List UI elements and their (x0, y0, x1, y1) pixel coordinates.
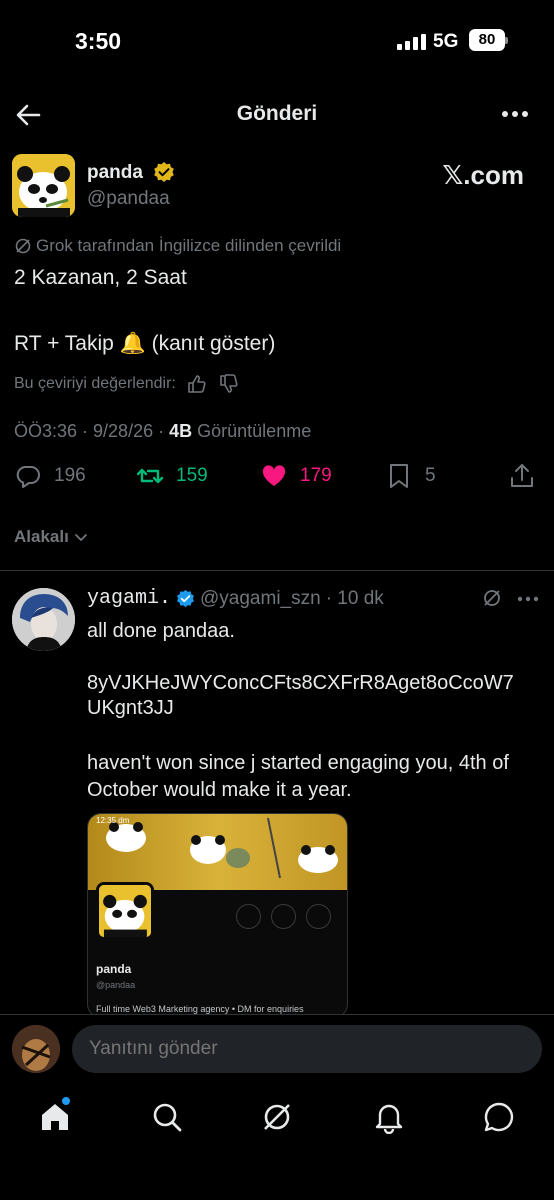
xcom-label: 𝕏.com (442, 160, 524, 190)
thumbs-down-icon[interactable] (218, 373, 240, 395)
embed-share-icon (306, 904, 331, 929)
post-actions: 196 159 179 5 (0, 462, 554, 498)
top-header: Gönderi (0, 92, 554, 138)
more-icon[interactable] (516, 592, 540, 606)
post-meta: ÖÖ3:36 · 9/28/26 · 4B Görüntülenme (14, 421, 311, 442)
grok-icon[interactable] (260, 1100, 294, 1134)
translation-note: Grok tarafından İngilizce dilinden çevri… (14, 236, 341, 256)
reply-avatar[interactable] (12, 588, 75, 651)
thumbs-up-icon[interactable] (186, 373, 208, 395)
reply-button[interactable]: 196 (14, 462, 86, 490)
verified-blue-badge-icon (177, 589, 194, 608)
rate-translation: Bu çeviriyi değerlendir: (14, 373, 240, 395)
reply-text-line: October would make it a year. (87, 779, 352, 801)
translation-note-text: Grok tarafından İngilizce dilinden çevri… (36, 236, 342, 255)
reply-icon (16, 466, 40, 488)
embed-banner-art (106, 817, 338, 879)
bookmark-count: 5 (425, 465, 436, 486)
reply-text-line: haven't won since j started engaging you… (87, 752, 509, 774)
like-button[interactable]: 179 (260, 462, 332, 490)
reply-count: 196 (54, 465, 86, 486)
share-icon (511, 464, 533, 487)
related-dropdown[interactable]: Alakalı (14, 527, 89, 547)
panda-avatar-image (99, 885, 151, 937)
network-label: 5G (433, 31, 459, 52)
embed-name: panda (96, 962, 132, 976)
embed-status-time: 12:35 dm (96, 816, 130, 825)
reply-attached-image[interactable]: 12:35 dm panda @pandaa Full time Web3 Ma… (87, 813, 348, 1018)
author-handle[interactable]: @pandaa (87, 188, 170, 210)
notifications-icon[interactable] (372, 1100, 406, 1134)
author-name[interactable]: panda (87, 162, 143, 184)
heart-icon (262, 465, 286, 486)
post-text-line: RT + Takip 🔔 (kanıt göster) (14, 332, 276, 355)
divider (0, 570, 554, 571)
reply-text-line: UKgnt3JJ (87, 697, 174, 719)
views-count: 4B (169, 421, 193, 441)
embed-avatar (96, 882, 154, 940)
rate-translation-label: Bu çeviriyi değerlendir: (14, 375, 176, 392)
reply-composer (0, 1014, 554, 1084)
status-bar: 3:50 5G 80 (0, 0, 554, 84)
more-icon[interactable] (500, 102, 530, 126)
messages-icon[interactable] (482, 1100, 516, 1134)
repost-button[interactable]: 159 (136, 462, 208, 490)
battery-indicator: 80 (469, 29, 508, 51)
reply-input[interactable] (72, 1025, 542, 1073)
share-button[interactable] (508, 462, 536, 490)
views-label: Görüntülenme (197, 421, 312, 441)
reply-text-line: 8yVJKHeJWYConcCFts8CXFrR8Aget8oCcoW7 (87, 672, 514, 694)
grok-icon[interactable] (482, 588, 502, 608)
repost-icon (136, 468, 164, 484)
page-title: Gönderi (236, 102, 318, 125)
my-avatar[interactable] (12, 1025, 60, 1073)
like-count: 179 (300, 465, 332, 486)
reply-author-handle[interactable]: @yagami_szn (200, 588, 321, 610)
related-label: Alakalı (14, 527, 69, 546)
embed-banner: 12:35 dm (88, 814, 347, 890)
chevron-down-icon (74, 534, 87, 541)
reply-time: · 10 dk (325, 587, 384, 609)
embed-bio: Full time Web3 Marketing agency • DM for… (96, 1004, 304, 1014)
repost-count: 159 (176, 465, 208, 486)
embed-handle: @pandaa (96, 980, 136, 990)
bottom-tab-bar (0, 1084, 554, 1200)
my-avatar-image (12, 1025, 60, 1073)
post-timestamp: ÖÖ3:36 · 9/28/26 · (14, 421, 165, 441)
author-avatar[interactable] (12, 154, 75, 217)
signal-icon (397, 34, 426, 50)
yagami-avatar-image (12, 588, 75, 651)
bookmark-icon (390, 464, 408, 488)
panda-avatar-image (12, 154, 75, 217)
grok-icon (15, 238, 31, 254)
post-text-line: 2 Kazanan, 2 Saat (14, 266, 187, 289)
reply-header: yagami. @yagami_szn · 10 dk (87, 587, 384, 610)
reply-text-line: all done pandaa. (87, 620, 235, 642)
status-time: 3:50 (75, 28, 122, 54)
reply-author-name[interactable]: yagami. (87, 587, 171, 610)
embed-notify-icon (236, 904, 261, 929)
search-icon[interactable] (150, 1100, 184, 1134)
embed-follow-icon (271, 904, 296, 929)
verified-gold-badge-icon (154, 162, 174, 182)
home-icon[interactable] (38, 1100, 72, 1134)
home-notification-dot (62, 1097, 70, 1105)
bookmark-button[interactable]: 5 (385, 462, 436, 490)
